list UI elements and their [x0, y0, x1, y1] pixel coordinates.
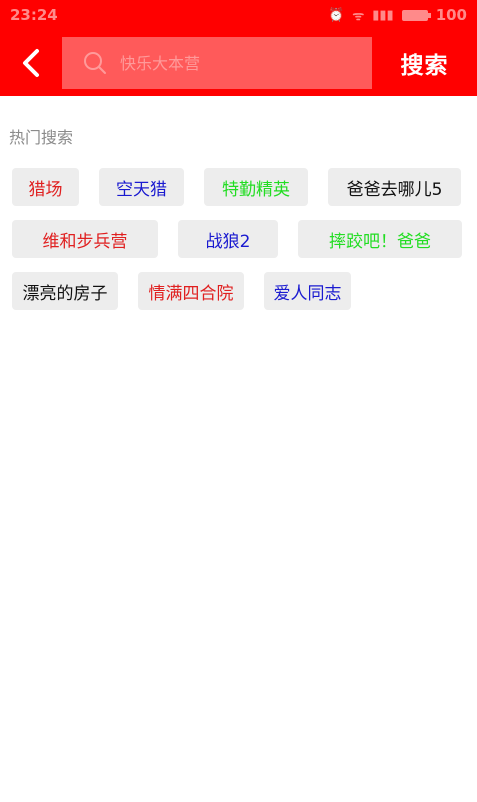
chevron-left-icon [23, 49, 39, 77]
signal-icon: ᯤ [352, 9, 365, 24]
battery-level: 100 [435, 6, 467, 24]
hot-search-title: 热门搜索 [9, 128, 74, 147]
hot-search-tag[interactable]: 漂亮的房子 [12, 272, 118, 310]
status-bar: 23:24 ⏰ ᯤ ▮▮▮ 100 [0, 0, 477, 30]
search-button[interactable]: 搜索 [372, 46, 477, 80]
back-button[interactable] [0, 30, 62, 96]
search-header: 搜索 [0, 30, 477, 96]
search-input[interactable] [118, 52, 362, 74]
hot-search-tag[interactable]: 战狼2 [178, 220, 278, 258]
status-indicators: ⏰ ᯤ ▮▮▮ 100 [328, 6, 467, 24]
status-time: 23:24 [10, 6, 58, 24]
hot-search-tag[interactable]: 猎场 [12, 168, 79, 206]
app-screen: 23:24 ⏰ ᯤ ▮▮▮ 100 搜索 热门搜索 [0, 0, 477, 802]
search-box[interactable] [62, 37, 372, 89]
hot-search-tag[interactable]: 爸爸去哪儿5 [328, 168, 461, 206]
hot-search-tags: 猎场 空天猎 特勤精英 爸爸去哪儿5 维和步兵营 战狼2 摔跤吧！爸爸 漂亮的房… [12, 168, 467, 310]
alarm-icon: ⏰ [328, 7, 345, 23]
battery-icon [401, 9, 431, 21]
tag-row: 猎场 空天猎 特勤精英 爸爸去哪儿5 [12, 168, 467, 206]
search-icon [82, 50, 108, 76]
hot-search-tag[interactable]: 摔跤吧！爸爸 [298, 220, 462, 258]
hot-search-tag[interactable]: 特勤精英 [204, 168, 308, 206]
tag-row: 维和步兵营 战狼2 摔跤吧！爸爸 [12, 220, 467, 258]
hot-search-tag[interactable]: 爱人同志 [264, 272, 351, 310]
hot-search-tag[interactable]: 情满四合院 [138, 272, 244, 310]
hot-search-tag[interactable]: 维和步兵营 [12, 220, 158, 258]
tag-row: 漂亮的房子 情满四合院 爱人同志 [12, 272, 467, 310]
network-icon: ▮▮▮ [372, 7, 394, 23]
hot-search-tag[interactable]: 空天猎 [99, 168, 184, 206]
